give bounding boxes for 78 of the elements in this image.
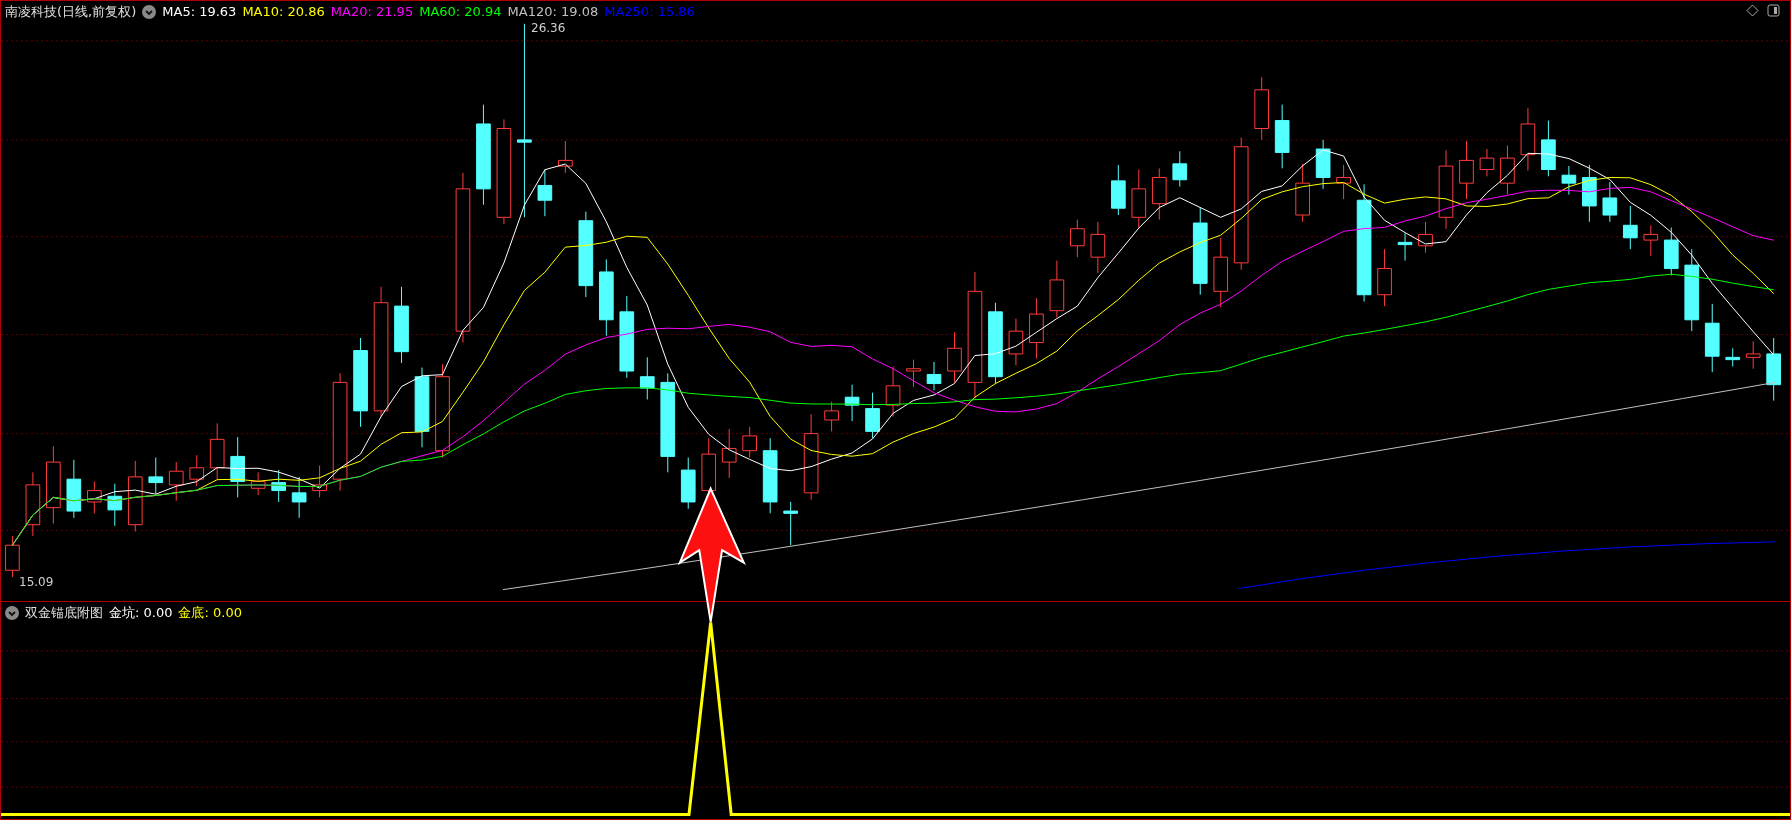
indicator-value: 金坑: 0.00 xyxy=(109,604,173,623)
candlestick xyxy=(1766,337,1782,402)
candlestick xyxy=(209,422,225,480)
candlestick xyxy=(1643,224,1659,257)
candlestick xyxy=(1397,232,1413,262)
candlestick xyxy=(1418,221,1433,254)
candlestick xyxy=(1090,221,1106,274)
moving-average-value: MA20: 21.95 xyxy=(330,3,414,22)
candlestick xyxy=(1704,303,1720,373)
candlestick xyxy=(906,359,921,388)
candlestick xyxy=(107,483,123,527)
moving-average-value: MA120: 19.08 xyxy=(507,3,599,22)
candlestick xyxy=(1582,164,1597,223)
candlestick xyxy=(1274,104,1290,169)
indicator-value: 金底: 0.00 xyxy=(178,604,242,623)
up-arrow-icon xyxy=(677,486,746,623)
candlestick xyxy=(1008,318,1024,366)
candlestick xyxy=(250,471,266,496)
high-price-label: 26.36 xyxy=(531,20,566,37)
candlestick xyxy=(1479,148,1495,177)
candlestick xyxy=(537,169,553,217)
candlestick xyxy=(1295,163,1310,223)
chart-title: 南凌科技(日线,前复权) xyxy=(5,3,137,22)
indicator-title: 双金锚底附图 xyxy=(25,604,103,623)
candlestick xyxy=(1151,167,1167,221)
candlestick xyxy=(25,471,41,537)
candlestick xyxy=(824,401,839,432)
candlestick xyxy=(1315,139,1331,190)
candlestick xyxy=(5,535,20,578)
candlestick xyxy=(1172,150,1188,188)
candlestick xyxy=(1049,260,1065,318)
candlestick xyxy=(783,501,798,546)
panel-toggle-icon[interactable] xyxy=(1767,4,1780,17)
candlestick xyxy=(1111,164,1126,216)
candlestick xyxy=(1541,120,1556,177)
candlestick xyxy=(926,361,942,391)
candlestick xyxy=(312,465,327,498)
candlestick xyxy=(148,457,164,495)
collapse-icon[interactable] xyxy=(142,5,157,19)
moving-average-value: MA250: 15.86 xyxy=(604,3,695,22)
candlestick xyxy=(189,454,205,487)
candlestick xyxy=(1029,297,1044,359)
candlestick xyxy=(844,384,860,422)
candlestick xyxy=(1377,248,1392,307)
candlestick xyxy=(1725,347,1741,367)
candlestick xyxy=(1745,340,1761,370)
candlestick xyxy=(1623,205,1638,250)
candlestick xyxy=(558,140,573,174)
low-price-label: 15.09 xyxy=(19,574,54,591)
candlestick xyxy=(168,461,184,502)
moving-average-value: MA10: 20.86 xyxy=(242,3,325,22)
candlestick xyxy=(291,476,307,519)
candlestick xyxy=(742,426,758,459)
candlestick xyxy=(1336,164,1351,200)
collapse-icon[interactable] xyxy=(5,606,19,620)
candlestick xyxy=(1663,227,1679,276)
candlestick xyxy=(87,480,102,514)
candlestick xyxy=(66,459,82,519)
diamond-icon[interactable] xyxy=(1746,4,1759,17)
candlestick xyxy=(230,436,246,498)
candlestick xyxy=(1602,181,1618,223)
moving-average-value: MA5: 19.63 xyxy=(162,3,237,22)
candlestick xyxy=(1131,169,1147,230)
candlestick xyxy=(1500,145,1515,196)
candlestick xyxy=(865,392,880,439)
candlestick xyxy=(639,356,655,400)
candlestick xyxy=(680,457,696,510)
candlestick xyxy=(1520,107,1536,172)
candlestick xyxy=(1459,140,1474,200)
candlestick xyxy=(1254,76,1270,141)
moving-average-value: MA60: 20.94 xyxy=(419,3,502,22)
candlestick xyxy=(885,365,901,418)
candlestick xyxy=(721,428,737,479)
candlestick xyxy=(1561,165,1577,196)
candlestick xyxy=(271,469,286,503)
candlestick xyxy=(1213,237,1229,308)
candlestick xyxy=(1070,219,1085,258)
candlestick xyxy=(947,331,962,383)
